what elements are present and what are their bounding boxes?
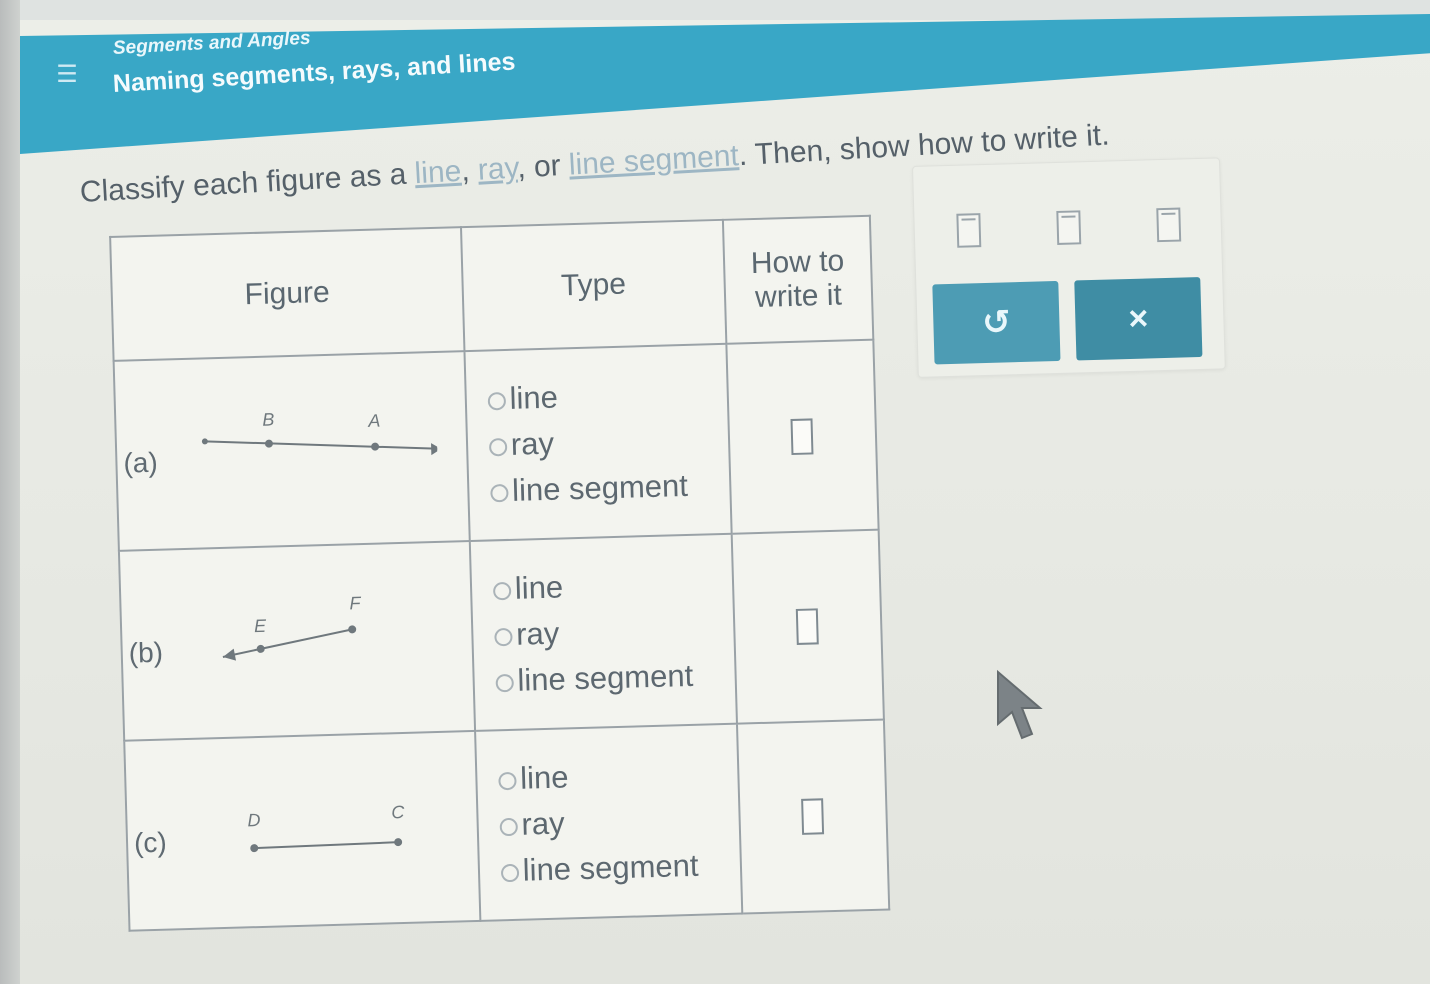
radio-button[interactable] bbox=[499, 817, 518, 837]
point-dot-d bbox=[250, 844, 259, 853]
line-segment-link[interactable]: line segment bbox=[568, 139, 740, 181]
ray-link[interactable]: ray bbox=[477, 152, 518, 187]
header-how-to-write: How to write it bbox=[722, 215, 874, 344]
radio-button[interactable] bbox=[500, 863, 520, 883]
type-cell: line ray line segment bbox=[474, 723, 743, 921]
option-label: line segment bbox=[511, 467, 689, 508]
top-strip bbox=[0, 0, 1430, 20]
option-line[interactable]: line bbox=[487, 375, 726, 418]
write-cell bbox=[736, 719, 890, 914]
figure-a-line bbox=[204, 440, 439, 450]
option-ray[interactable]: ray bbox=[488, 421, 727, 464]
table-header-row: Figure Type How to write it bbox=[110, 215, 874, 361]
option-label: ray bbox=[520, 805, 566, 842]
figure-b-line bbox=[222, 628, 353, 658]
figure-c-line bbox=[254, 841, 399, 850]
arrow-left-icon bbox=[222, 648, 237, 661]
option-line[interactable]: line bbox=[498, 755, 737, 798]
classify-table-wrap: Figure Type How to write it (a) B A line… bbox=[108, 174, 908, 932]
figure-b-diagram: E F bbox=[222, 593, 362, 661]
answer-input-box[interactable] bbox=[801, 798, 825, 835]
point-dot-a bbox=[371, 442, 380, 451]
point-label-d: D bbox=[247, 810, 261, 830]
left-edge bbox=[0, 0, 20, 984]
option-label: line bbox=[519, 759, 569, 796]
table-row: (a) B A line ray line segment bbox=[113, 339, 879, 551]
point-dot-b bbox=[264, 439, 273, 448]
line-link[interactable]: line bbox=[414, 155, 462, 191]
radio-button[interactable] bbox=[498, 771, 517, 791]
figure-cell: (c) D C bbox=[124, 730, 481, 931]
radio-button[interactable] bbox=[495, 673, 514, 693]
notation-toolbar: ↺ × bbox=[912, 157, 1226, 378]
undo-button[interactable]: ↺ bbox=[932, 280, 1061, 365]
instructions-sep2: , or bbox=[516, 148, 570, 185]
figure-cell: (a) B A bbox=[113, 351, 470, 551]
point-label-f: F bbox=[349, 593, 362, 613]
point-dot-e bbox=[256, 644, 265, 653]
figure-c-diagram: D C bbox=[247, 802, 406, 853]
option-label: ray bbox=[510, 425, 555, 462]
ray-notation-icon[interactable] bbox=[1056, 210, 1082, 245]
classify-table: Figure Type How to write it (a) B A line… bbox=[109, 214, 891, 932]
header-write-line2: write it bbox=[754, 278, 843, 314]
point-dot-c bbox=[394, 838, 403, 847]
radio-button[interactable] bbox=[489, 483, 509, 503]
endpoint-dot bbox=[201, 438, 208, 445]
segment-notation-icon[interactable] bbox=[956, 213, 982, 248]
radio-button[interactable] bbox=[493, 627, 513, 647]
undo-icon: ↺ bbox=[981, 303, 1012, 343]
answer-input-box[interactable] bbox=[796, 608, 820, 645]
menu-icon[interactable]: ☰ bbox=[54, 62, 80, 88]
table-row: (c) D C line ray line segment bbox=[124, 719, 890, 931]
figure-cell: (b) E F bbox=[118, 541, 475, 741]
write-cell bbox=[731, 529, 884, 724]
point-label-b: B bbox=[262, 409, 275, 429]
option-line-segment[interactable]: line segment bbox=[489, 467, 729, 510]
option-label: line bbox=[514, 569, 564, 606]
arrow-right-icon bbox=[431, 443, 439, 456]
row-label: (c) bbox=[133, 826, 168, 859]
type-cell: line ray line segment bbox=[464, 343, 732, 542]
option-line-segment[interactable]: line segment bbox=[500, 847, 739, 890]
table-row: (b) E F line ray line segment bbox=[118, 529, 884, 741]
row-label: (a) bbox=[123, 446, 159, 479]
radio-button[interactable] bbox=[492, 581, 512, 601]
header-type: Type bbox=[460, 219, 727, 352]
option-ray[interactable]: ray bbox=[499, 801, 738, 844]
option-line-segment[interactable]: line segment bbox=[495, 657, 734, 700]
point-dot-f bbox=[348, 625, 357, 634]
close-icon: × bbox=[1127, 299, 1149, 339]
point-label-a: A bbox=[367, 410, 381, 430]
write-cell bbox=[726, 339, 879, 534]
answer-input-box[interactable] bbox=[790, 418, 814, 456]
line-notation-icon[interactable] bbox=[1156, 207, 1182, 243]
mouse-pointer-icon bbox=[997, 669, 1043, 740]
clear-button[interactable]: × bbox=[1074, 276, 1203, 361]
option-label: line bbox=[509, 379, 559, 416]
point-label-e: E bbox=[254, 616, 268, 636]
figure-a-diagram: B A bbox=[201, 409, 439, 456]
type-cell: line ray line segment bbox=[469, 533, 737, 731]
header-figure: Figure bbox=[110, 227, 465, 361]
radio-button[interactable] bbox=[488, 437, 508, 457]
header-write-line1: How to bbox=[750, 244, 845, 281]
option-label: line segment bbox=[522, 847, 699, 888]
option-ray[interactable]: ray bbox=[493, 611, 733, 654]
point-label-c: C bbox=[391, 802, 406, 822]
row-label: (b) bbox=[128, 636, 164, 669]
option-label: ray bbox=[515, 615, 560, 652]
option-label: line segment bbox=[516, 657, 694, 698]
instructions-sep1: , bbox=[460, 153, 479, 188]
option-line[interactable]: line bbox=[492, 565, 731, 608]
radio-button[interactable] bbox=[487, 391, 506, 411]
